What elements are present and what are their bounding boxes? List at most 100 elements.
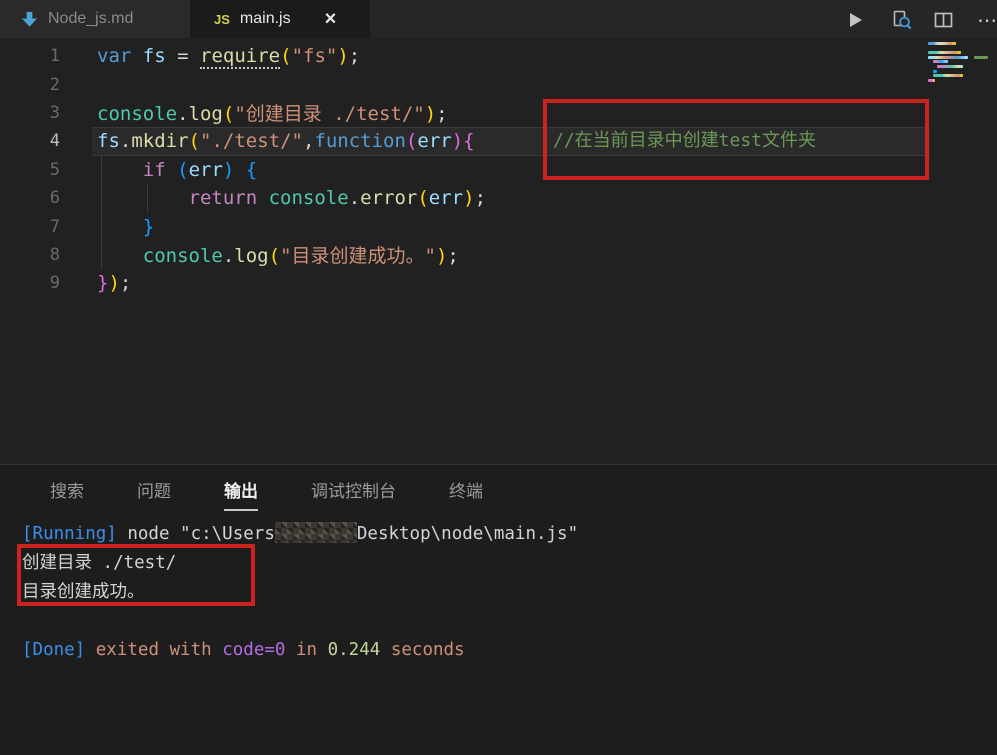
code-token: { <box>246 159 257 181</box>
code-token: var <box>97 45 131 67</box>
code-text: var fs = require("fs"); <box>97 45 360 67</box>
markdown-file-icon <box>20 10 39 29</box>
run-code-button[interactable] <box>843 8 867 32</box>
code-token: fs <box>97 130 120 152</box>
line-number: 8 <box>0 245 60 265</box>
code-line: 9}); <box>0 269 997 297</box>
code-token: { <box>463 130 474 152</box>
code-token: ; <box>436 103 447 125</box>
code-text: fs.mkdir("./test/",function(err){ <box>97 130 475 152</box>
output-text: [Done] <box>22 640 85 660</box>
more-actions-button[interactable]: ⋯ <box>979 8 997 32</box>
code-token <box>234 159 245 181</box>
output-line: [Done] exited with code=0 in 0.244 secon… <box>22 636 997 665</box>
output-text: [Running] <box>22 524 127 544</box>
code-token <box>166 45 177 67</box>
code-token: ; <box>447 245 458 267</box>
code-token: ) <box>452 130 463 152</box>
code-token: ) <box>223 159 234 181</box>
tab-node-js-md[interactable]: Node_js.md <box>0 0 190 38</box>
code-token: function <box>314 130 406 152</box>
code-token: ( <box>280 45 291 67</box>
line-number: 9 <box>0 273 60 293</box>
code-editor[interactable]: 1var fs = require("fs");23console.log("创… <box>0 38 997 464</box>
code-token: err <box>189 159 223 181</box>
panel-tab-output[interactable]: 输出 <box>224 477 258 502</box>
code-token: fs <box>143 45 166 67</box>
code-token: console <box>97 103 177 125</box>
panel-tab-search[interactable]: 搜索 <box>50 477 84 502</box>
output-line <box>22 607 997 636</box>
code-token: . <box>177 103 188 125</box>
code-token <box>189 45 200 67</box>
code-token: log <box>189 103 223 125</box>
output-text <box>85 640 96 660</box>
code-token: ( <box>177 159 188 181</box>
line-number: 5 <box>0 160 60 180</box>
code-token: ) <box>337 45 348 67</box>
output-text: exited with <box>96 640 212 660</box>
code-token: err <box>429 187 463 209</box>
code-token: "./test/" <box>200 130 303 152</box>
annotation-rectangle-output <box>17 544 255 606</box>
panel-tab-problems[interactable]: 问题 <box>137 477 171 502</box>
panel-tab-terminal[interactable]: 终端 <box>449 477 483 502</box>
output-text: node "c:\Users <box>127 524 275 544</box>
code-token: console <box>143 245 223 267</box>
line-number: 3 <box>0 103 60 123</box>
code-token: error <box>360 187 417 209</box>
code-token: ; <box>475 187 486 209</box>
output-text <box>212 640 223 660</box>
code-line: 8 console.log("目录创建成功。"); <box>0 241 997 269</box>
line-number: 1 <box>0 46 60 66</box>
minimap-comment-mark <box>974 56 988 59</box>
tab-label: main.js <box>240 10 291 28</box>
code-line: 6 return console.error(err); <box>0 184 997 212</box>
code-token: ) <box>436 245 447 267</box>
code-text: console.log("目录创建成功。"); <box>97 241 459 268</box>
split-editor-button[interactable] <box>931 8 955 32</box>
code-token: "创建目录 ./test/" <box>234 103 424 125</box>
code-token: require <box>200 45 280 69</box>
code-line: 1 var fs = require("fs"); <box>0 42 997 70</box>
code-text: if (err) { <box>97 159 257 181</box>
code-token: . <box>120 130 131 152</box>
code-token: } <box>97 272 108 294</box>
panel-tab-debug-console[interactable]: 调试控制台 <box>311 477 396 502</box>
code-token: ( <box>269 245 280 267</box>
code-token: ( <box>417 187 428 209</box>
javascript-file-icon: JS <box>214 12 230 27</box>
redacted-username <box>275 522 357 543</box>
code-token: } <box>143 216 154 238</box>
code-token: ( <box>189 130 200 152</box>
line-number: 7 <box>0 217 60 237</box>
code-token: , <box>303 130 314 152</box>
code-token <box>131 45 142 67</box>
tab-main-js[interactable]: JS main.js × <box>190 0 370 38</box>
annotation-rectangle-comment <box>543 99 929 180</box>
play-icon <box>845 10 865 30</box>
output-text: code=0 <box>222 640 285 660</box>
preview-search-icon <box>890 9 913 32</box>
line-number: 6 <box>0 188 60 208</box>
minimap[interactable] <box>928 42 990 94</box>
code-text: return console.error(err); <box>97 187 486 209</box>
bottom-panel: 搜索 问题 输出 调试控制台 终端 [Running] node "c:\Use… <box>0 464 997 755</box>
code-text: console.log("创建目录 ./test/"); <box>97 99 448 126</box>
code-token <box>257 187 268 209</box>
code-token <box>166 159 177 181</box>
code-token: ) <box>425 103 436 125</box>
output-text: 0.244 <box>328 640 381 660</box>
code-token: "目录创建成功。" <box>280 245 436 267</box>
vscode-window: Node_js.md JS main.js × ⋯ <box>0 0 997 755</box>
close-icon[interactable]: × <box>325 9 337 29</box>
output-text: seconds <box>391 640 465 660</box>
code-token: ( <box>406 130 417 152</box>
output-text: Desktop\node\main.js" <box>357 524 578 544</box>
open-preview-button[interactable] <box>889 8 913 32</box>
line-number: 4 <box>0 131 60 151</box>
output-text: in <box>296 640 317 660</box>
code-token: "fs" <box>292 45 338 67</box>
code-token: . <box>223 245 234 267</box>
line-number: 2 <box>0 75 60 95</box>
